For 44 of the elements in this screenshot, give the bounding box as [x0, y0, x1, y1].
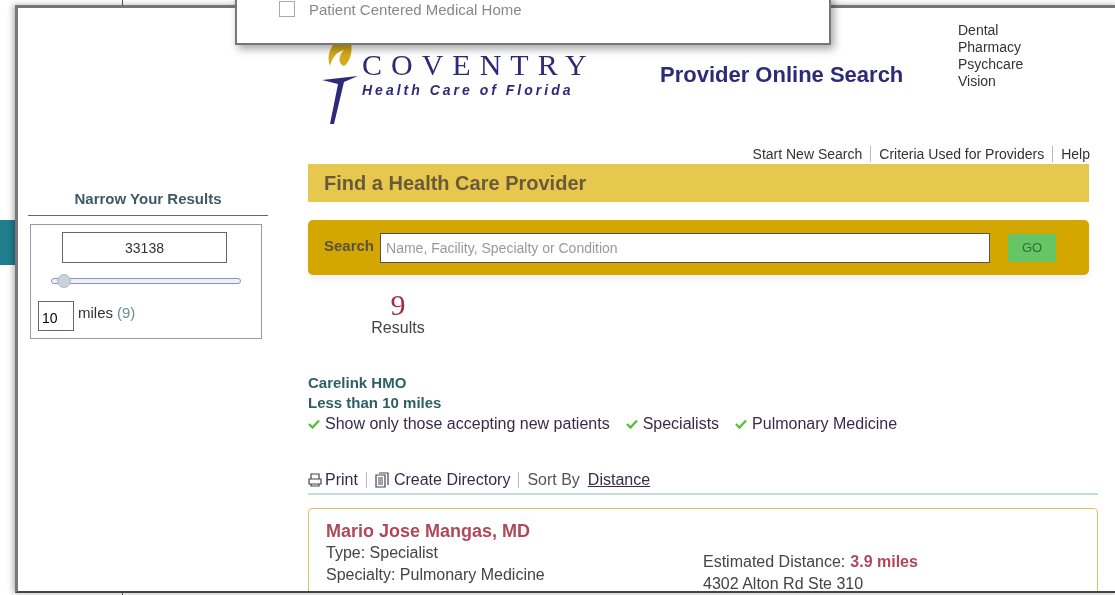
- slider-thumb[interactable]: [57, 274, 72, 288]
- filter-label: Show only those accepting new patients: [325, 415, 610, 433]
- option-label[interactable]: Patient Centered Medical Home: [309, 0, 522, 18]
- check-icon: [625, 419, 638, 429]
- provider-name[interactable]: Mario Jose Mangas, MD: [326, 521, 1080, 542]
- provider-type: Type: Specialist: [326, 543, 440, 563]
- check-icon: [308, 419, 320, 429]
- distance-criterion: Less than 10 miles: [308, 393, 443, 413]
- result-count: 9: [389, 291, 407, 319]
- filter-label: Pulmonary Medicine: [752, 415, 898, 433]
- search-field[interactable]: Name, Facility, Specialty or Condition: [380, 232, 991, 263]
- distance-value: 3.9 miles: [850, 552, 918, 572]
- logo-wordmark: COVENTRY: [362, 50, 596, 80]
- provider-specialty: Specialty: Pulmonary Medicine: [326, 565, 546, 585]
- product-link[interactable]: Pharmacy: [958, 39, 1024, 56]
- nav-link[interactable]: Criteria Used for Providers: [879, 146, 1045, 162]
- printer-icon: [308, 473, 322, 487]
- section-title: Narrow Your Results: [28, 190, 268, 216]
- product-link[interactable]: Dental: [958, 22, 1024, 39]
- checkbox[interactable]: [279, 1, 295, 17]
- product-link[interactable]: Psychcare: [958, 56, 1024, 73]
- miles-label: miles: [78, 304, 113, 321]
- search-label: Search: [324, 236, 375, 254]
- site-title: Provider Online Search: [660, 62, 905, 89]
- zip-field[interactable]: 33138: [62, 232, 227, 263]
- plan-name: Carelink HMO: [308, 373, 408, 393]
- result-count: (9): [117, 304, 136, 321]
- provider-address: 4302 Alton Rd Ste 310: [703, 574, 865, 591]
- sort-label: Sort By: [527, 471, 580, 489]
- miles-field[interactable]: 10: [38, 301, 74, 331]
- nav-link[interactable]: Start New Search: [752, 146, 863, 162]
- nav-link[interactable]: Help: [1061, 146, 1090, 162]
- product-link[interactable]: Vision: [958, 73, 1024, 90]
- create-directory-link[interactable]: Create Directory: [374, 471, 511, 489]
- sort-link[interactable]: Distance: [587, 471, 651, 489]
- check-icon: [735, 419, 748, 429]
- results-label: Results: [370, 319, 426, 337]
- copy-pages-icon: [374, 472, 391, 488]
- logo-tagline: Health Care of Florida: [362, 82, 575, 98]
- tab-strip: [0, 220, 15, 265]
- print-link[interactable]: Print: [308, 471, 358, 489]
- distance-label: Estimated Distance:: [703, 552, 846, 572]
- filter-label: Specialists: [642, 415, 720, 433]
- page-title-bar: Find a Health Care Provider: [308, 164, 1089, 202]
